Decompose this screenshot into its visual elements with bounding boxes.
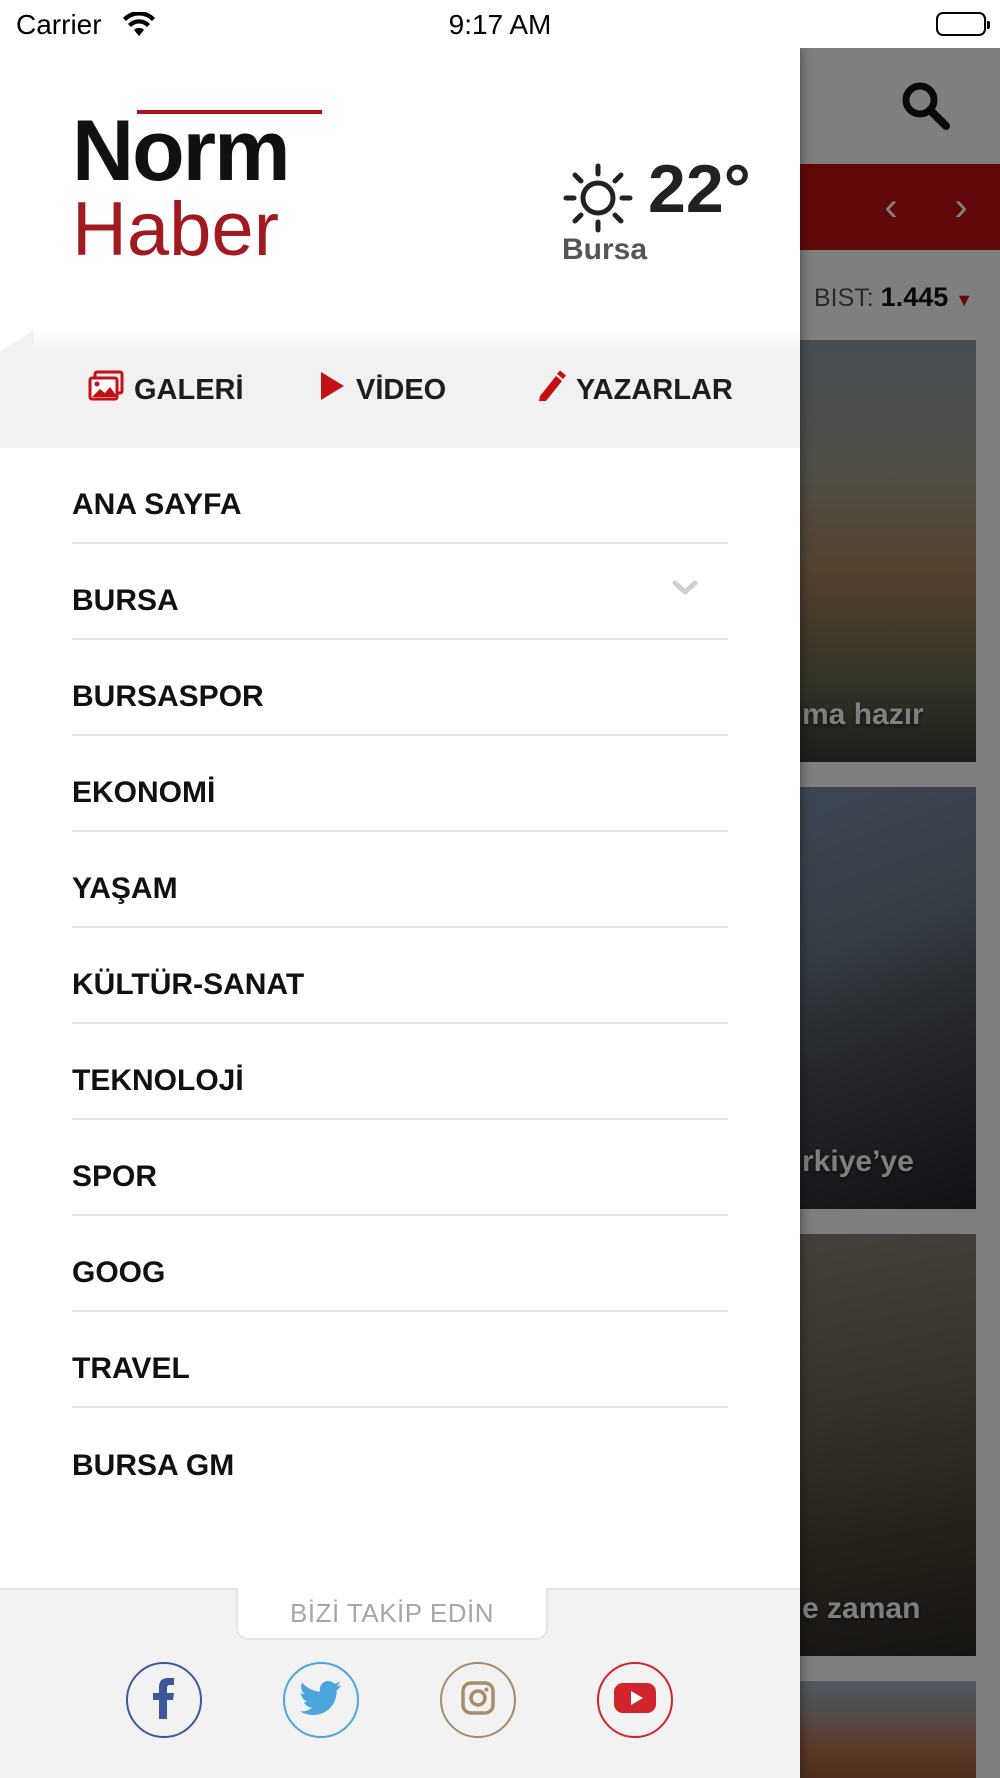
- gallery-icon: [88, 370, 134, 410]
- menu-item-label: SPOR: [72, 1160, 158, 1193]
- authors-label: YAZARLAR: [576, 373, 733, 406]
- menu-item-spor[interactable]: SPOR: [72, 1120, 728, 1216]
- norm-haber-logo[interactable]: Norm Haber: [72, 103, 322, 268]
- quick-links-bar: GALERİ VİDEO YAZARLAR: [0, 330, 800, 448]
- youtube-button[interactable]: [597, 1662, 673, 1738]
- clock: 9:17 AM: [448, 9, 552, 40]
- menu-item-teknoloji[interactable]: TEKNOLOJİ: [72, 1024, 728, 1120]
- youtube-icon: [613, 1682, 657, 1719]
- sun-icon: [560, 158, 640, 243]
- pencil-icon: [536, 370, 576, 410]
- facebook-icon: [152, 1677, 176, 1724]
- side-drawer: Norm Haber 22° Bursa GALERİ VİDEO YAZARL…: [0, 48, 800, 1778]
- weather-widget: 22° Bursa: [560, 151, 760, 278]
- video-label: VİDEO: [356, 373, 447, 406]
- menu-item-goog[interactable]: GOOG: [72, 1216, 728, 1312]
- follow-us-label: BİZİ TAKİP EDİN: [236, 1588, 548, 1640]
- menu-item-ekonomi[interactable]: EKONOMİ: [72, 736, 728, 832]
- menu-item-label: TEKNOLOJİ: [72, 1064, 244, 1097]
- chevron-down-icon[interactable]: [672, 580, 698, 601]
- menu-item-bursa[interactable]: BURSA: [72, 544, 728, 640]
- menu-item-kultur-sanat[interactable]: KÜLTÜR-SANAT: [72, 928, 728, 1024]
- menu-item-bursa-gm[interactable]: BURSA GM: [72, 1408, 728, 1504]
- menu-item-yasam[interactable]: YAŞAM: [72, 832, 728, 928]
- menu-item-label: BURSA: [72, 584, 179, 617]
- gallery-link[interactable]: GALERİ: [88, 370, 244, 410]
- twitter-button[interactable]: [283, 1662, 359, 1738]
- play-icon: [318, 370, 356, 410]
- weather-city: Bursa: [562, 233, 648, 266]
- authors-link[interactable]: YAZARLAR: [536, 370, 733, 410]
- menu-item-label: YAŞAM: [72, 872, 178, 905]
- instagram-icon: [461, 1680, 495, 1720]
- category-menu: ANA SAYFA BURSA BURSASPOR EKONOMİ YAŞAM …: [72, 448, 728, 1504]
- logo-line-1: Norm: [72, 103, 291, 199]
- social-footer: BİZİ TAKİP EDİN: [0, 1588, 800, 1778]
- status-bar: Carrier 9:17 AM: [0, 0, 1000, 48]
- menu-item-ana-sayfa[interactable]: ANA SAYFA: [72, 448, 728, 544]
- menu-item-label: TRAVEL: [72, 1352, 190, 1385]
- video-link[interactable]: VİDEO: [318, 370, 446, 410]
- menu-item-label: BURSASPOR: [72, 680, 264, 713]
- battery-icon: [936, 12, 990, 36]
- menu-item-label: EKONOMİ: [72, 776, 216, 809]
- temperature: 22°: [648, 151, 751, 227]
- menu-item-label: KÜLTÜR-SANAT: [72, 968, 305, 1001]
- gallery-label: GALERİ: [134, 373, 244, 406]
- menu-item-label: GOOG: [72, 1256, 166, 1289]
- menu-item-label: ANA SAYFA: [72, 488, 242, 521]
- menu-item-bursaspor[interactable]: BURSASPOR: [72, 640, 728, 736]
- drawer-scrim[interactable]: [800, 48, 1000, 1778]
- twitter-icon: [300, 1680, 342, 1720]
- menu-item-travel[interactable]: TRAVEL: [72, 1312, 728, 1408]
- facebook-button[interactable]: [126, 1662, 202, 1738]
- logo-line-2: Haber: [72, 187, 279, 272]
- instagram-button[interactable]: [440, 1662, 516, 1738]
- menu-item-label: BURSA GM: [72, 1449, 235, 1482]
